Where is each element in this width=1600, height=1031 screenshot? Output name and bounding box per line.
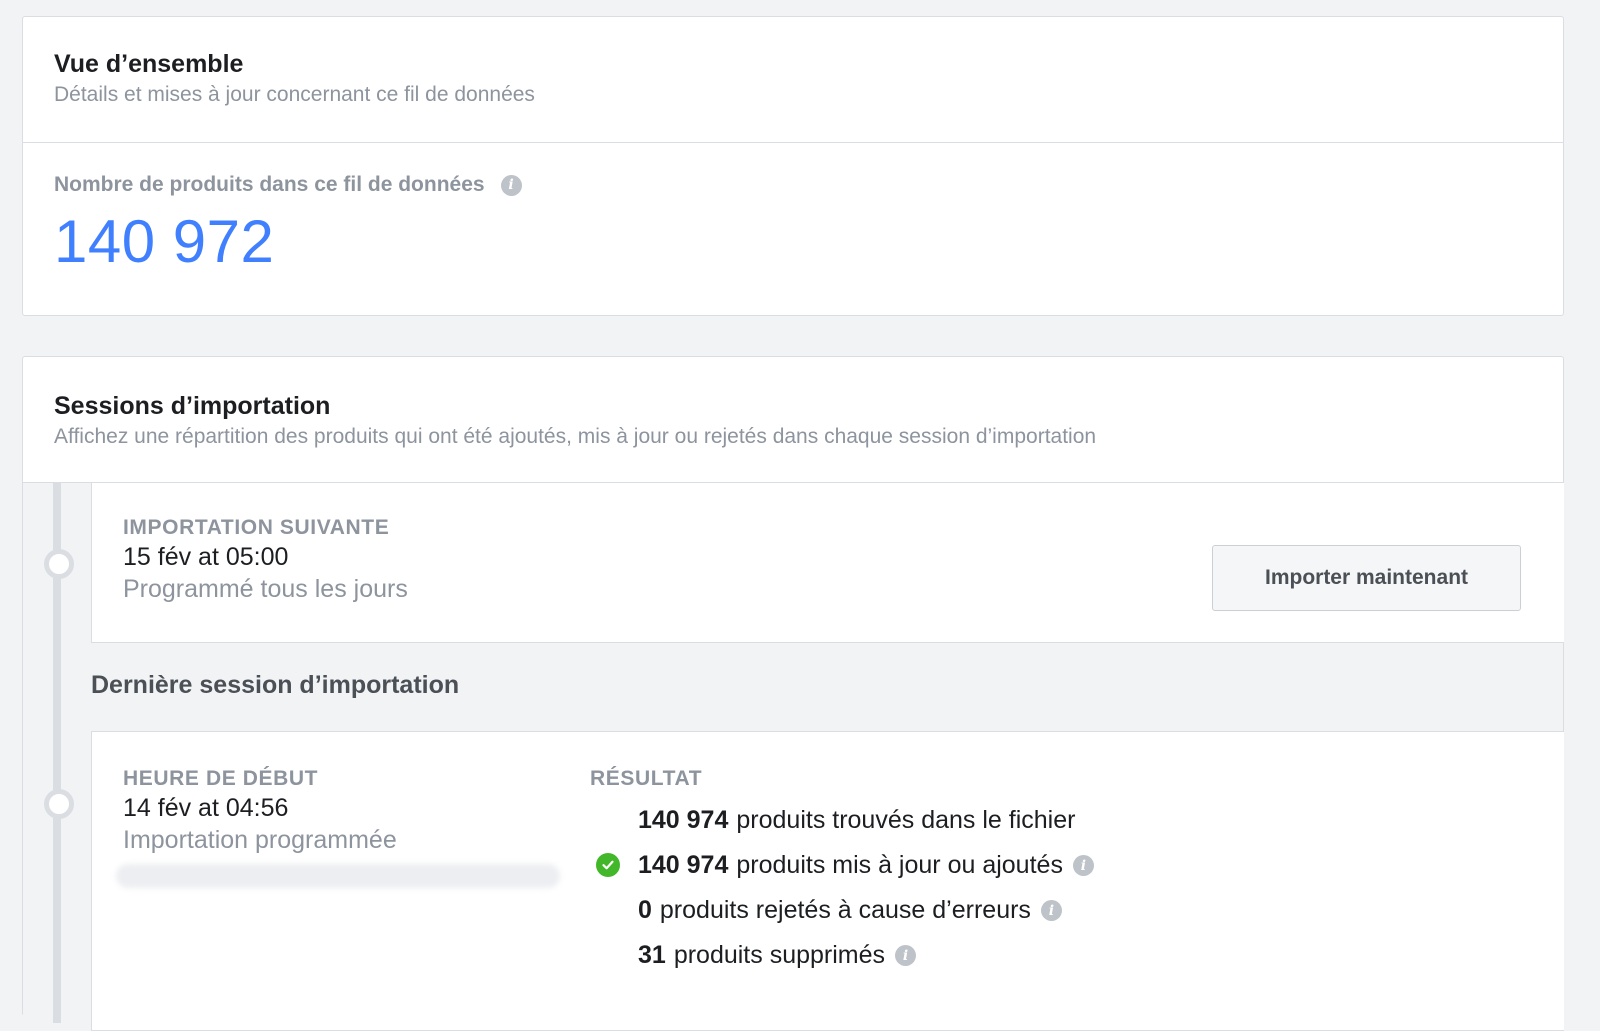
info-icon[interactable]: i [895, 945, 917, 966]
overview-card: Vue d’ensemble Détails et mises à jour c… [22, 16, 1564, 316]
result-label: RÉSULTAT [590, 767, 703, 790]
last-session-panel: HEURE DE DÉBUT 14 fév at 04:56 Importati… [91, 731, 1564, 1031]
result-column: RÉSULTAT 140 974 produits trouvés dans l… [590, 766, 1094, 978]
result-text: produits supprimés [673, 941, 886, 969]
info-icon[interactable]: i [1040, 900, 1062, 921]
product-count-label-row: Nombre de produits dans ce fil de donnée… [54, 171, 1532, 199]
redacted-text [116, 864, 560, 888]
start-time-type: Importation programmée [123, 826, 397, 854]
check-circle-icon [596, 853, 620, 877]
result-row-updated: 140 974 produits mis à jour ou ajoutés i [590, 843, 1094, 888]
result-count: 140 974 [638, 851, 729, 879]
timeline-dot-last [44, 789, 74, 819]
next-import-info: IMPORTATION SUIVANTE 15 fév at 05:00 Pro… [123, 515, 408, 605]
product-count-label: Nombre de produits dans ce fil de donnée… [54, 173, 485, 196]
result-text: produits rejetés à cause d’erreurs [659, 896, 1031, 924]
start-time-label: HEURE DE DÉBUT [123, 767, 319, 790]
sessions-header: Sessions d’importation Affichez une répa… [23, 357, 1563, 483]
start-time-column: HEURE DE DÉBUT 14 fév at 04:56 Importati… [123, 766, 397, 856]
result-text: produits mis à jour ou ajoutés [736, 851, 1063, 879]
import-sessions-card: Sessions d’importation Affichez une répa… [22, 356, 1564, 1031]
overview-header: Vue d’ensemble Détails et mises à jour c… [23, 17, 1563, 143]
sessions-subtitle: Affichez une répartition des produits qu… [54, 425, 1097, 448]
next-import-panel: IMPORTATION SUIVANTE 15 fév at 05:00 Pro… [91, 483, 1564, 643]
info-icon[interactable]: i [1072, 855, 1094, 876]
overview-title: Vue d’ensemble [54, 50, 244, 78]
product-count-block: Nombre de produits dans ce fil de donnée… [23, 143, 1563, 277]
sessions-title: Sessions d’importation [54, 392, 331, 420]
result-count: 31 [638, 941, 666, 969]
sessions-timeline: IMPORTATION SUIVANTE 15 fév at 05:00 Pro… [23, 483, 1564, 1031]
import-now-button[interactable]: Importer maintenant [1212, 545, 1521, 611]
overview-subtitle: Détails et mises à jour concernant ce fi… [54, 83, 535, 106]
last-session-heading: Dernière session d’importation [91, 671, 460, 699]
result-text: produits trouvés dans le fichier [736, 806, 1076, 834]
next-import-label: IMPORTATION SUIVANTE [123, 516, 390, 539]
result-count: 140 974 [638, 806, 729, 834]
result-list: 140 974 produits trouvés dans le fichier… [590, 798, 1094, 978]
next-import-datetime: 15 fév at 05:00 [123, 543, 289, 571]
timeline-dot-next [44, 549, 74, 579]
info-icon[interactable]: i [500, 174, 522, 196]
result-row-found: 140 974 produits trouvés dans le fichier [590, 798, 1094, 843]
product-count-value: 140 972 [54, 208, 275, 275]
next-import-schedule: Programmé tous les jours [123, 575, 408, 603]
result-count: 0 [638, 896, 652, 924]
result-row-deleted: 31 produits supprimés i [590, 933, 1094, 978]
start-time-datetime: 14 fév at 04:56 [123, 794, 289, 822]
result-row-rejected: 0 produits rejetés à cause d’erreurs i [590, 888, 1094, 933]
